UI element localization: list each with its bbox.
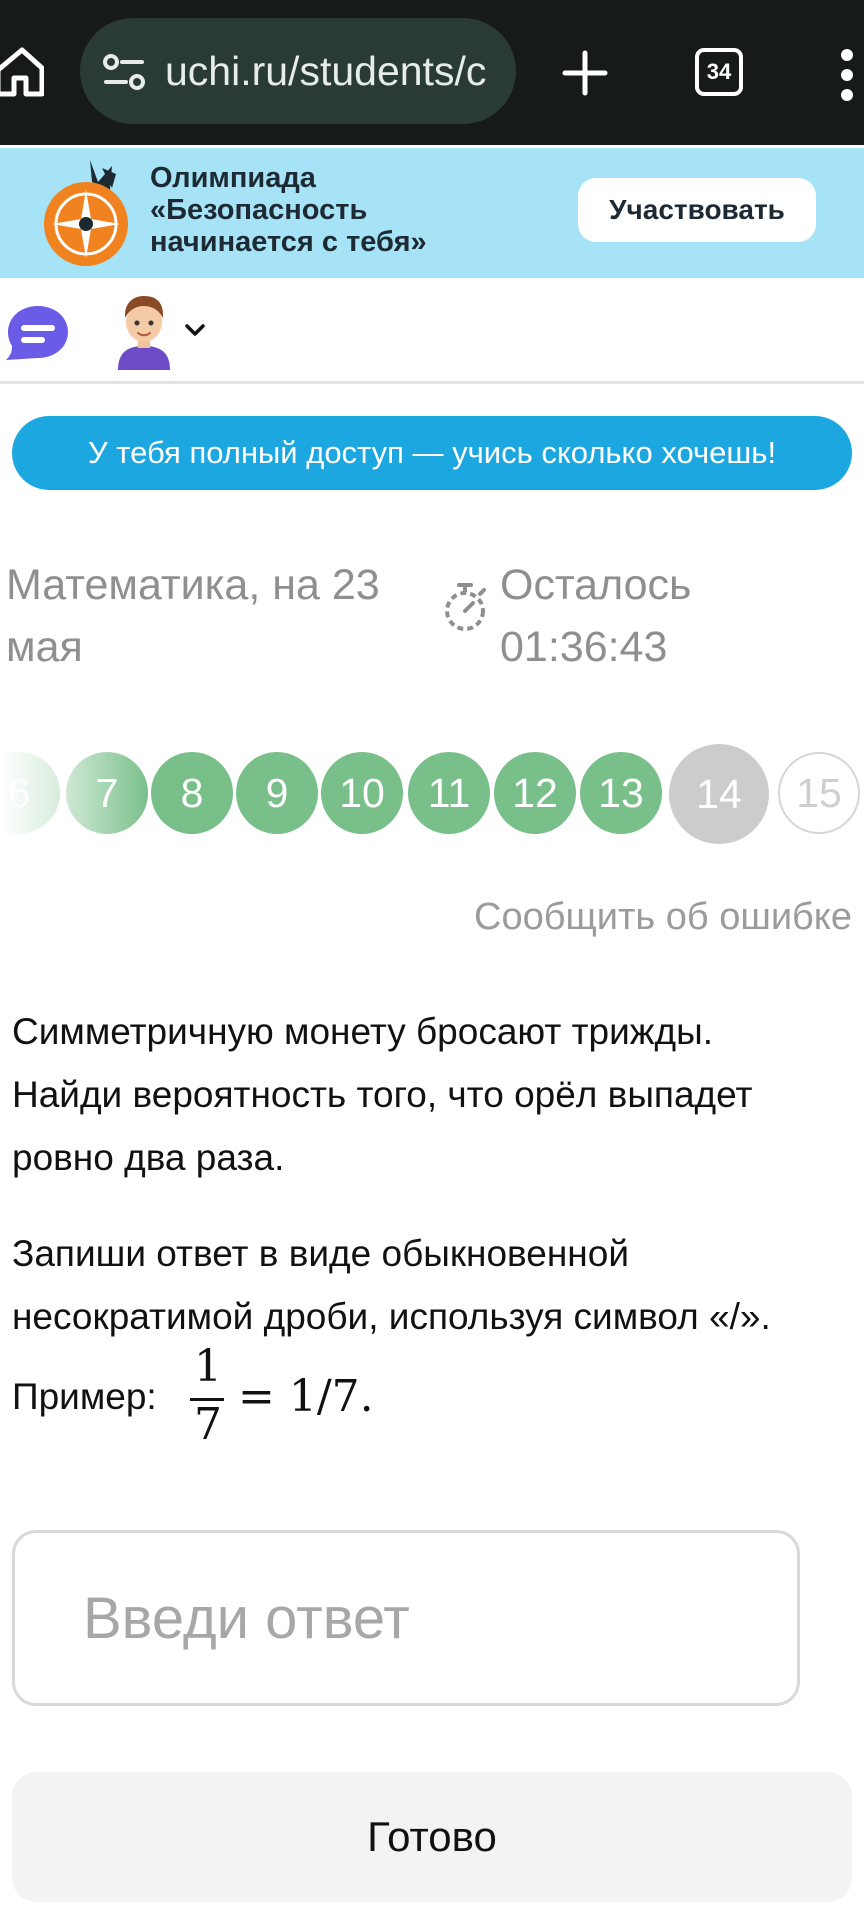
full-access-banner[interactable]: У тебя полный доступ — учись сколько хоч…: [12, 416, 852, 490]
avatar[interactable]: [114, 292, 174, 370]
task-line: ровно два раза.: [12, 1137, 285, 1178]
olympiad-logo-icon: [44, 160, 128, 266]
question-dot[interactable]: 9: [236, 752, 318, 834]
tab-switcher-button[interactable]: 34: [695, 48, 743, 96]
task-line: Найди вероятность того, что орёл выпадет: [12, 1074, 753, 1115]
lesson-subject-line: Математика, на 23: [6, 561, 380, 609]
browser-toolbar: uchi.ru/students/c 34: [0, 0, 864, 145]
example-label: Пример:: [12, 1376, 157, 1417]
task-line: Симметричную монету бросают трижды.: [12, 1011, 713, 1052]
home-icon[interactable]: [0, 40, 44, 100]
question-dot[interactable]: 7: [66, 752, 148, 834]
question-dot[interactable]: 13: [580, 752, 662, 834]
lesson-subject-line: мая: [6, 623, 83, 671]
question-dot[interactable]: 6: [0, 752, 60, 834]
address-bar[interactable]: uchi.ru/students/c: [80, 18, 516, 124]
olympiad-banner: Олимпиада «Безопасность начинается с теб…: [0, 148, 864, 278]
task-instructions: Запиши ответ в виде обыкновенной несокра…: [12, 1222, 864, 1348]
question-dot-current[interactable]: 14: [669, 744, 769, 844]
chevron-down-icon[interactable]: [182, 320, 208, 340]
olympiad-title-line: Олимпиада: [150, 162, 316, 194]
example-result: = 1/7.: [238, 1371, 374, 1422]
timer-value: 01:36:43: [500, 623, 668, 671]
participate-button[interactable]: Участвовать: [578, 178, 816, 242]
more-vert-icon[interactable]: [840, 45, 854, 105]
timer-label: Осталось: [500, 561, 692, 609]
submit-button[interactable]: Готово: [12, 1772, 852, 1902]
chat-icon[interactable]: [2, 302, 70, 364]
instruction-line: несократимой дроби, используя символ «/»…: [12, 1296, 771, 1337]
plus-icon[interactable]: [560, 48, 610, 98]
olympiad-title-line: «Безопасность: [150, 194, 368, 226]
instruction-line: Запиши ответ в виде обыкновенной: [12, 1233, 629, 1274]
olympiad-title-line: начинается с тебя»: [150, 226, 427, 258]
question-dot[interactable]: 8: [151, 752, 233, 834]
app-header: [0, 278, 864, 384]
question-dot[interactable]: 12: [494, 752, 576, 834]
answer-example: Пример: 1 7 = 1/7.: [12, 1342, 512, 1452]
url-text[interactable]: uchi.ru/students/c: [165, 45, 505, 97]
example-fraction: 1 7: [180, 1342, 236, 1452]
answer-input[interactable]: [12, 1530, 800, 1706]
fraction-denominator: 7: [194, 1399, 222, 1450]
question-navigation: 6 7 8 9 10 11 12 13 14 15: [0, 742, 864, 844]
question-dot[interactable]: 11: [408, 752, 490, 834]
olympiad-title: Олимпиада «Безопасность начинается с теб…: [150, 162, 470, 258]
report-error-link[interactable]: Сообщить об ошибке: [474, 892, 852, 942]
site-settings-icon[interactable]: [102, 50, 146, 94]
stopwatch-icon: [445, 583, 486, 631]
lesson-subject: Математика, на 23 мая: [6, 554, 406, 678]
fraction-numerator: 1: [194, 1341, 222, 1392]
question-dot[interactable]: 10: [321, 752, 403, 834]
task-text: Симметричную монету бросают трижды. Найд…: [12, 1000, 852, 1189]
question-dot[interactable]: 15: [778, 752, 860, 834]
